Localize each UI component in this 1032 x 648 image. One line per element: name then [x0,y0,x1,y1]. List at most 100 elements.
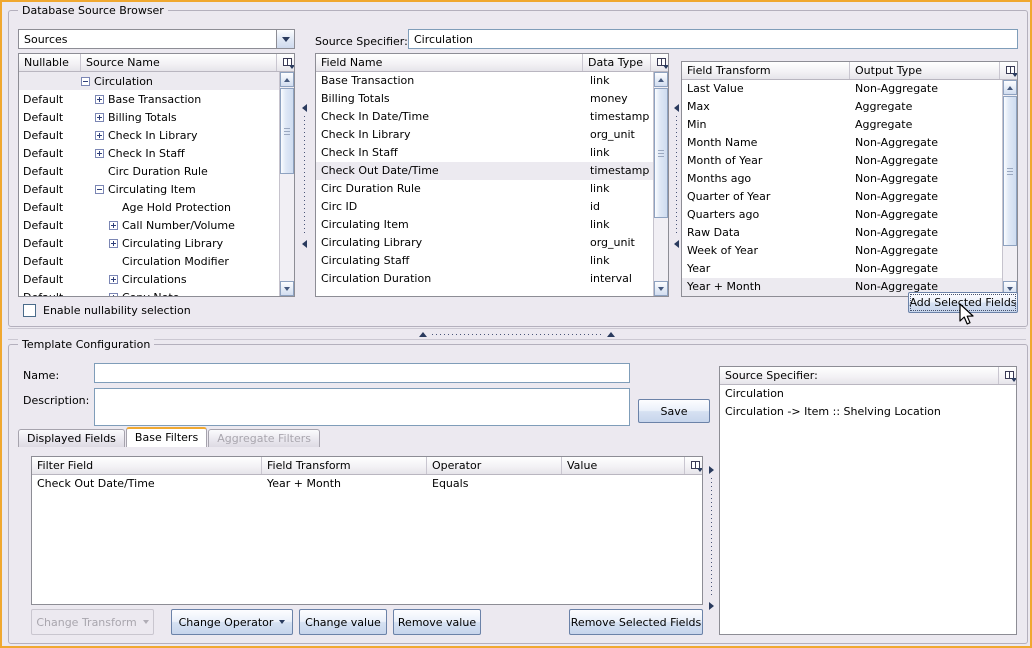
tab-base-filters[interactable]: Base Filters [125,427,208,447]
source-tree-row[interactable]: Default Circulating Library [19,234,279,252]
source-tree-row[interactable]: Default Base Transaction [19,90,279,108]
splitter-collapse-up-icon-2[interactable] [607,331,615,337]
source-tree-row[interactable]: Default Circ Duration Rule [19,162,279,180]
column-chooser-icon[interactable] [685,457,702,474]
field-transform-table[interactable]: Field Transform Output Type Last Value No… [681,61,1018,297]
scroll-down-icon[interactable] [654,281,668,296]
base-filters-body[interactable]: Check Out Date/Time Year + Month Equals [32,475,702,604]
field-name-vscrollbar[interactable] [653,72,668,296]
scroll-up-icon[interactable] [654,72,668,87]
field-name-row[interactable]: Circ ID id [316,198,653,216]
field-name-row[interactable]: Circulation Duration interval [316,270,653,288]
tab-aggregate-filters[interactable]: Aggregate Filters [208,429,320,447]
splitter-collapse-left-icon-3[interactable] [674,104,679,112]
filter-transform-column-header[interactable]: Field Transform [262,457,427,474]
change-value-button[interactable]: Change value [299,609,387,635]
source-tree-scroll-thumb[interactable] [280,88,294,174]
source-tree-row[interactable]: Circulation [19,72,279,90]
add-selected-fields-button[interactable]: Add Selected Fields [908,292,1018,313]
field-transform-row[interactable]: Last Value Non-Aggregate [682,80,1002,98]
splitter-collapse-left-icon[interactable] [302,104,307,112]
field-name-row[interactable]: Circulating Library org_unit [316,234,653,252]
source-tree-row[interactable]: Default Circulations [19,270,279,288]
source-tree-row[interactable]: Default Circulating Item [19,180,279,198]
source-tree-row[interactable]: Default Circulation Modifier [19,252,279,270]
save-button[interactable]: Save [638,399,710,423]
field-name-row[interactable]: Check In Date/Time timestamp [316,108,653,126]
source-specifier-panel[interactable]: Source Specifier: Circulation Circulation… [719,366,1017,635]
expand-icon[interactable] [95,130,104,140]
expand-icon[interactable] [109,292,118,296]
browser-right-splitter[interactable] [672,55,681,297]
filter-value-column-header[interactable]: Value [562,457,685,474]
scroll-up-icon[interactable] [1003,80,1017,95]
field-transform-column-header[interactable]: Field Transform [682,62,850,79]
source-tree-row[interactable]: Default Copy Note [19,288,279,296]
field-name-row[interactable]: Circulating Item link [316,216,653,234]
expand-icon[interactable] [109,220,118,230]
template-name-input[interactable] [94,363,630,383]
field-transform-row[interactable]: Month Name Non-Aggregate [682,134,1002,152]
scroll-up-icon[interactable] [280,72,294,87]
source-tree-body[interactable]: Circulation Default Base Transaction Defaul… [19,72,294,296]
field-transform-row[interactable]: Year Non-Aggregate [682,260,1002,278]
source-tree-vscrollbar[interactable] [279,72,294,296]
field-transform-row[interactable]: Max Aggregate [682,98,1002,116]
field-name-scroll-thumb[interactable] [654,88,668,218]
base-filters-table[interactable]: Filter Field Field Transform Operator Va… [31,456,703,605]
column-chooser-icon[interactable] [277,54,294,71]
column-chooser-icon[interactable] [999,367,1016,384]
filter-operator-column-header[interactable]: Operator [427,457,562,474]
main-horizontal-splitter[interactable] [8,328,1026,340]
source-tree-row[interactable]: Default Call Number/Volume [19,216,279,234]
source-tree-row[interactable]: Default Check In Staff [19,144,279,162]
source-tree-col-source-name[interactable]: Source Name [81,54,277,71]
field-name-table-body[interactable]: Base Transaction link Billing Totals money C… [316,72,668,296]
field-name-row[interactable]: Base Transaction link [316,72,653,90]
field-name-row[interactable]: Billing Totals money [316,90,653,108]
source-specifier-row[interactable]: Circulation -> Item :: Shelving Location [720,403,1016,421]
field-transform-row[interactable]: Week of Year Non-Aggregate [682,242,1002,260]
field-transform-row[interactable]: Quarter of Year Non-Aggregate [682,188,1002,206]
template-description-input[interactable] [94,388,630,426]
source-specifier-row[interactable]: Circulation [720,385,1016,403]
expand-icon[interactable] [95,112,104,122]
source-tree-row[interactable]: Default Billing Totals [19,108,279,126]
field-name-row[interactable]: Circulating Staff link [316,252,653,270]
collapse-icon[interactable] [95,184,104,194]
expand-icon[interactable] [109,274,118,284]
source-tree-col-nullable[interactable]: Nullable [19,54,81,71]
source-specifier-panel-column-header[interactable]: Source Specifier: [720,367,999,384]
field-transform-vscrollbar[interactable] [1002,80,1017,296]
splitter-collapse-left-icon-4[interactable] [674,240,679,248]
sources-combo[interactable]: Sources [18,29,295,49]
expand-icon[interactable] [95,94,104,104]
remove-value-button[interactable]: Remove value [393,609,481,635]
field-transform-row[interactable]: Min Aggregate [682,116,1002,134]
field-transform-row[interactable]: Months ago Non-Aggregate [682,170,1002,188]
field-name-column-header[interactable]: Field Name [316,54,583,71]
field-transform-row[interactable]: Quarters ago Non-Aggregate [682,206,1002,224]
expand-icon[interactable] [95,148,104,158]
column-chooser-icon[interactable] [651,54,668,71]
change-operator-button[interactable]: Change Operator [171,609,293,635]
splitter-collapse-right-icon-2[interactable] [709,602,714,610]
field-name-row[interactable]: Circ Duration Rule link [316,180,653,198]
field-transform-scroll-thumb[interactable] [1003,96,1017,246]
template-vertical-splitter[interactable] [707,441,716,635]
remove-selected-fields-button[interactable]: Remove Selected Fields [569,609,703,635]
field-name-row[interactable]: Check Out Date/Time timestamp [316,162,653,180]
source-specifier-input[interactable]: Circulation [408,29,1018,49]
field-name-row[interactable]: Check In Library org_unit [316,126,653,144]
output-type-column-header[interactable]: Output Type [850,62,1000,79]
enable-nullability-checkbox[interactable] [23,304,36,317]
source-tree-row[interactable]: Default Age Hold Protection [19,198,279,216]
enable-nullability-row[interactable]: Enable nullability selection [23,304,191,317]
scroll-down-icon[interactable] [280,281,294,296]
base-filter-row[interactable]: Check Out Date/Time Year + Month Equals [32,475,702,493]
tab-displayed-fields[interactable]: Displayed Fields [18,429,125,447]
field-name-table[interactable]: Field Name Data Type Base Transaction lin… [315,53,669,297]
filter-field-column-header[interactable]: Filter Field [32,457,262,474]
source-specifier-panel-body[interactable]: Circulation Circulation -> Item :: Shelvi… [720,385,1016,634]
change-transform-button[interactable]: Change Transform [31,609,154,635]
